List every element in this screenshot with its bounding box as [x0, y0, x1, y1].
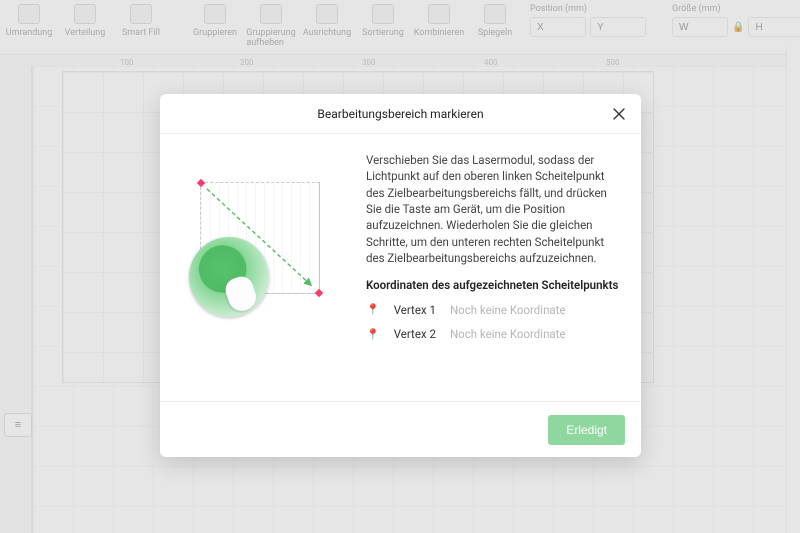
- position-x-input[interactable]: [530, 17, 586, 37]
- coords-subhead: Koordinaten des aufgezeichneten Scheitel…: [366, 278, 621, 294]
- vertex-1-label: Vertex 1: [394, 302, 436, 318]
- tb-align[interactable]: Ausrichtung: [306, 4, 348, 38]
- right-panel-edge: [786, 46, 800, 533]
- tb-combine[interactable]: Kombinieren: [418, 4, 460, 38]
- modal-header: Bearbeitungsbereich markieren: [160, 94, 641, 134]
- sort-icon: [372, 4, 394, 24]
- vertex-row-2: 📍 Vertex 2 Noch keine Koordinate: [366, 326, 621, 342]
- frame-icon: [18, 4, 40, 24]
- view-toggle[interactable]: ≡: [4, 413, 32, 437]
- vertex-row-1: 📍 Vertex 1 Noch keine Koordinate: [366, 302, 621, 318]
- illustration: [170, 152, 360, 401]
- vertex-1-status: Noch keine Koordinate: [450, 302, 566, 318]
- position-y-input[interactable]: [590, 17, 646, 37]
- tb-umrandung[interactable]: Umrandung: [8, 4, 50, 38]
- close-button[interactable]: [609, 104, 629, 124]
- vertex-2-label: Vertex 2: [394, 326, 436, 342]
- size-group: Größe (mm) 🔒: [672, 4, 800, 37]
- position-group: Position (mm): [530, 4, 646, 37]
- size-w-input[interactable]: [672, 17, 728, 37]
- tb-ungroup[interactable]: Gruppierung aufheben: [250, 4, 292, 48]
- vertex-2-status: Noch keine Koordinate: [450, 326, 566, 342]
- pin-icon: 📍: [366, 327, 380, 343]
- tb-smartfill[interactable]: Smart Fill: [120, 4, 162, 38]
- tb-verteilung[interactable]: Verteilung: [64, 4, 106, 38]
- mark-area-modal: Bearbeitungsbereich markieren Verschiebe…: [160, 94, 641, 457]
- size-label: Größe (mm): [672, 4, 800, 14]
- distribute-icon: [74, 4, 96, 24]
- close-icon: [613, 108, 625, 120]
- lock-icon[interactable]: 🔒: [732, 22, 744, 33]
- combine-icon: [428, 4, 450, 24]
- tb-mirror[interactable]: Spiegeln: [474, 4, 516, 38]
- position-label: Position (mm): [530, 4, 646, 14]
- modal-body-text: Verschieben Sie das Lasermodul, sodass d…: [366, 152, 621, 266]
- touch-illustration-icon: [189, 237, 269, 317]
- modal-title: Bearbeitungsbereich markieren: [317, 107, 483, 121]
- size-h-input[interactable]: [748, 17, 800, 37]
- align-icon: [316, 4, 338, 24]
- modal-footer: Erledigt: [160, 401, 641, 457]
- tb-group[interactable]: Gruppieren: [194, 4, 236, 38]
- ruler-vertical: [0, 66, 32, 533]
- group-icon: [204, 4, 226, 24]
- done-button[interactable]: Erledigt: [548, 415, 625, 445]
- toolbar: Umrandung Verteilung Smart Fill Gruppier…: [0, 0, 800, 55]
- ungroup-icon: [260, 4, 282, 24]
- pin-icon: 📍: [366, 302, 380, 318]
- mirror-icon: [484, 4, 506, 24]
- smartfill-icon: [130, 4, 152, 24]
- tb-sort[interactable]: Sortierung: [362, 4, 404, 38]
